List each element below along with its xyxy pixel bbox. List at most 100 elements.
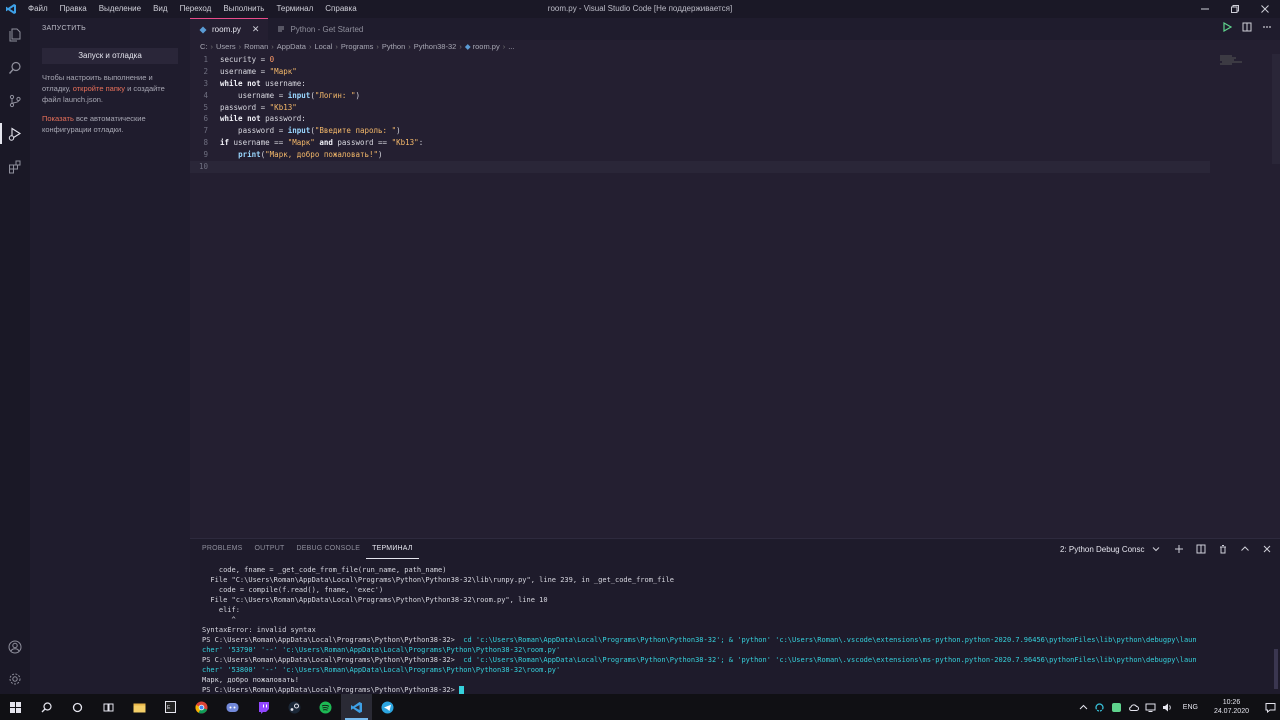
python-file-icon	[199, 26, 207, 33]
taskbar-chrome[interactable]	[186, 694, 217, 720]
breadcrumb-item[interactable]: Users	[216, 40, 236, 54]
extensions-button[interactable]	[0, 150, 30, 183]
show-configs-link[interactable]: Показать	[42, 114, 74, 123]
new-terminal-icon[interactable]	[1174, 544, 1184, 554]
tab-output[interactable]: OUTPUT	[249, 539, 291, 559]
breadcrumb-item[interactable]: Python38-32	[414, 40, 457, 54]
folder-icon	[133, 703, 146, 712]
close-window-button[interactable]	[1250, 0, 1280, 18]
terminal-program-output: Марк, добро пожаловать!	[202, 676, 299, 684]
taskbar-explorer[interactable]	[124, 694, 155, 720]
menu-go[interactable]: Переход	[174, 0, 218, 18]
minimap[interactable]	[1218, 54, 1268, 94]
task-view-icon	[103, 703, 113, 711]
terminal-scrollbar[interactable]	[1274, 649, 1278, 689]
vscode-logo-icon	[0, 0, 22, 18]
menu-file[interactable]: Файл	[22, 0, 54, 18]
sidebar-title: ЗАПУСТИТЬ	[42, 25, 86, 32]
taskbar-vscode[interactable]	[341, 694, 372, 720]
sync-icon[interactable]	[1094, 702, 1105, 713]
restore-button[interactable]	[1220, 0, 1250, 18]
line-number: 5	[203, 102, 208, 112]
close-icon[interactable]	[1262, 544, 1272, 554]
minimize-button[interactable]	[1190, 0, 1220, 18]
clock-time: 10:26	[1222, 699, 1241, 706]
explorer-button[interactable]	[0, 18, 30, 51]
menu-run[interactable]: Выполнить	[217, 0, 270, 18]
taskbar-telegram[interactable]	[372, 694, 403, 720]
terminal-line: ^	[202, 616, 236, 624]
taskbar-spotify[interactable]	[310, 694, 341, 720]
tab-terminal[interactable]: ТЕРМИНАЛ	[366, 539, 419, 559]
terminal-output[interactable]: code, fname = _get_code_from_file(run_na…	[202, 565, 1266, 695]
run-debug-button[interactable]	[0, 117, 30, 150]
taskbar-search-button[interactable]	[31, 694, 62, 720]
task-view-button[interactable]	[93, 694, 124, 720]
menu-help[interactable]: Справка	[319, 0, 362, 18]
close-icon[interactable]: ✕	[252, 24, 260, 35]
split-terminal-icon[interactable]	[1196, 544, 1206, 554]
taskbar-discord[interactable]	[217, 694, 248, 720]
breadcrumb-item[interactable]: Roman	[244, 40, 268, 54]
accounts-button[interactable]	[0, 630, 30, 663]
taskbar-epic-games[interactable]: E	[155, 694, 186, 720]
taskbar-steam[interactable]	[279, 694, 310, 720]
windows-logo-icon	[10, 701, 21, 713]
start-button[interactable]	[0, 694, 31, 720]
line-number: 1	[203, 55, 208, 64]
network-icon[interactable]	[1145, 702, 1156, 713]
split-editor-icon[interactable]	[1242, 22, 1252, 32]
input-language[interactable]: ENG	[1183, 704, 1198, 711]
terminal-select[interactable]: 2: Python Debug Consc	[1058, 542, 1162, 556]
code-text: while not username:	[220, 78, 306, 88]
run-file-icon[interactable]	[1222, 22, 1232, 32]
tab-room-py[interactable]: room.py ✕	[190, 18, 269, 40]
minimize-icon	[1201, 8, 1209, 10]
notifications-icon[interactable]	[1265, 702, 1276, 713]
tab-debug-console[interactable]: DEBUG CONSOLE	[290, 539, 366, 559]
cortana-circle-icon	[72, 702, 83, 712]
code-line: 9 print("Марк, добро пожаловать!")	[190, 149, 1210, 161]
breadcrumb-item[interactable]: Python	[382, 40, 405, 54]
run-and-debug-button[interactable]: Запуск и отладка	[42, 48, 178, 64]
cloud-icon[interactable]	[1128, 702, 1139, 713]
breadcrumb-item[interactable]: Local	[314, 40, 332, 54]
menu-selection[interactable]: Выделение	[93, 0, 147, 18]
chevron-up-icon[interactable]	[1079, 703, 1088, 712]
tab-python-get-started[interactable]: Python - Get Started	[268, 18, 373, 40]
volume-icon[interactable]	[1162, 702, 1173, 713]
breadcrumb-item[interactable]: ...	[508, 40, 514, 54]
menu-edit[interactable]: Правка	[54, 0, 93, 18]
breadcrumb-item[interactable]: room.py	[473, 40, 500, 54]
chevron-up-icon[interactable]	[1240, 544, 1250, 554]
source-control-button[interactable]	[0, 84, 30, 117]
line-number: 10	[198, 162, 208, 172]
breadcrumb-item[interactable]: Programs	[341, 40, 374, 54]
breadcrumb-item[interactable]: AppData	[277, 40, 306, 54]
code-editor[interactable]: 1 security = 0 2 username = "Марк" 3 while …	[190, 54, 1210, 173]
telegram-icon	[381, 701, 394, 713]
search-button[interactable]	[0, 51, 30, 84]
editor-scrollbar[interactable]	[1272, 54, 1280, 164]
tab-problems[interactable]: PROBLEMS	[196, 539, 249, 559]
clock[interactable]: 10:26 24.07.2020	[1214, 698, 1249, 716]
breadcrumb: C: › Users › Roman › AppData › Local › Progra…	[190, 40, 1280, 54]
terminal-cursor	[459, 686, 465, 694]
manage-button[interactable]	[0, 662, 30, 695]
tab-label: room.py	[212, 25, 241, 34]
menu-view[interactable]: Вид	[147, 0, 173, 18]
more-actions-icon[interactable]	[1262, 22, 1272, 32]
taskbar-twitch[interactable]	[248, 694, 279, 720]
terminal-line: elif:	[202, 606, 240, 614]
app-tray-icon[interactable]	[1111, 702, 1122, 713]
cortana-button[interactable]	[62, 694, 93, 720]
sidebar-help-text: Чтобы настроить выполнение и отладку, от…	[42, 72, 178, 105]
gear-icon	[9, 673, 21, 684]
menu-terminal[interactable]: Терминал	[270, 0, 319, 18]
code-line: 7 password = input("Введите пароль: ")	[190, 125, 1210, 137]
open-folder-link[interactable]: откройте папку	[73, 84, 125, 93]
terminal-command-line: PS C:\Users\Roman\AppData\Local\Programs…	[202, 635, 1266, 645]
terminal-prompt: PS C:\Users\Roman\AppData\Local\Programs…	[202, 656, 460, 664]
breadcrumb-item[interactable]: C:	[200, 40, 208, 54]
trash-icon[interactable]	[1218, 544, 1228, 554]
